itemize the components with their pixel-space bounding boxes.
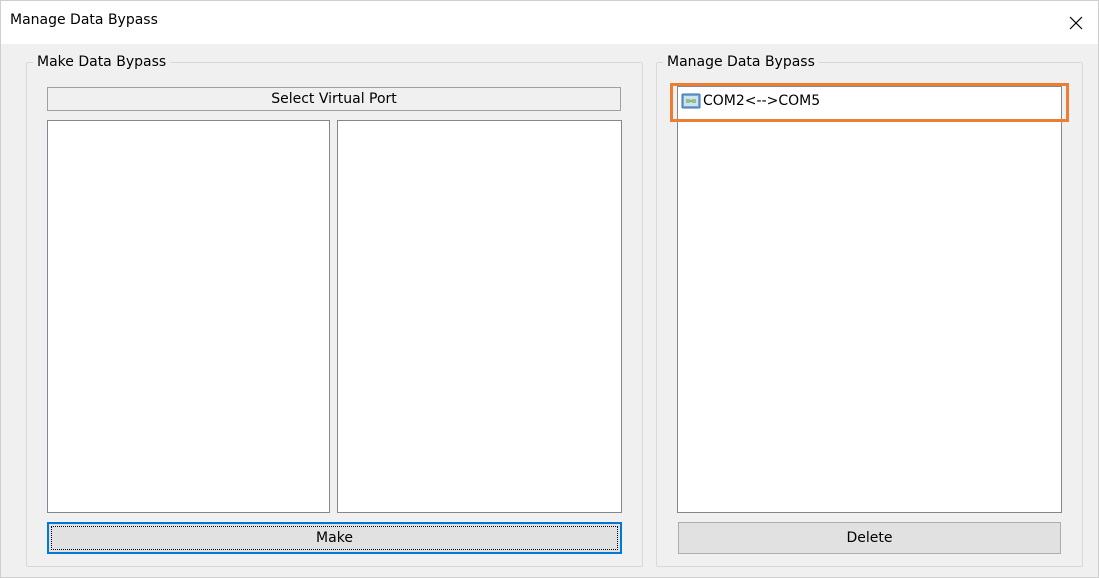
port-link-icon <box>681 93 701 109</box>
close-icon <box>1069 16 1083 30</box>
list-item-label: COM2<-->COM5 <box>703 93 821 109</box>
manage-group-label: Manage Data Bypass <box>663 53 819 71</box>
delete-button-label: Delete <box>846 530 893 546</box>
delete-button[interactable]: Delete <box>678 522 1061 554</box>
select-virtual-port-header: Select Virtual Port <box>47 87 621 111</box>
virtual-port-list-left[interactable] <box>47 120 330 513</box>
focus-rectangle <box>51 526 618 550</box>
dialog-window: Manage Data Bypass Make Data Bypass Sele… <box>0 0 1099 578</box>
bypass-list[interactable]: COM2<-->COM5 <box>677 86 1062 513</box>
window-title: Manage Data Bypass <box>10 12 158 28</box>
list-item[interactable]: COM2<-->COM5 <box>681 90 820 112</box>
virtual-port-list-right[interactable] <box>337 120 622 513</box>
make-button[interactable]: Make <box>47 522 622 554</box>
make-group-label: Make Data Bypass <box>33 53 171 71</box>
title-bar: Manage Data Bypass <box>1 1 1098 44</box>
close-button[interactable] <box>1058 5 1094 41</box>
